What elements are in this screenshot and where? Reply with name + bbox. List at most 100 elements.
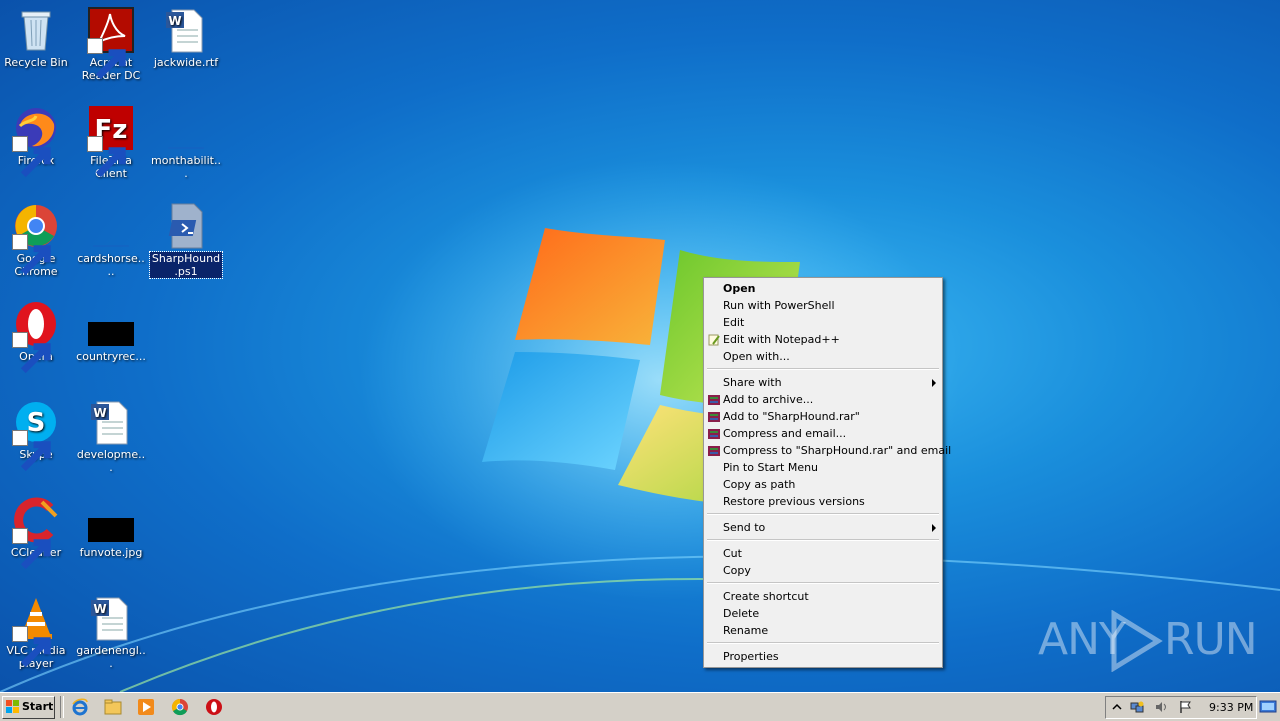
menu-item-label: Edit: [723, 316, 745, 329]
chrome-icon[interactable]: [171, 698, 189, 716]
menu-item-open[interactable]: Open: [704, 280, 942, 297]
menu-item-copy-as-path[interactable]: Copy as path: [704, 476, 942, 493]
menu-item-label: Add to "SharpHound.rar": [723, 410, 860, 423]
menu-item-restore-previous-versions[interactable]: Restore previous versions: [704, 493, 942, 510]
filezilla-icon: Fz: [87, 104, 135, 178]
vlc-icon: [12, 594, 60, 668]
desktop-icon-sharphound[interactable]: SharpHound.ps1: [149, 202, 223, 279]
menu-item-label: Create shortcut: [723, 590, 809, 603]
menu-item-compress-to-rar-and-email[interactable]: Compress to "SharpHound.rar" and email: [704, 442, 951, 459]
desktop-icon-skype[interactable]: S Skype: [0, 398, 72, 472]
desktop-icon-filezilla-client[interactable]: Fz FileZilla Client: [75, 104, 147, 180]
icon-label: Recycle Bin: [4, 56, 68, 69]
desktop-icon-gardenengl[interactable]: W gardenengl...: [75, 594, 147, 670]
acrobat-reader-icon: [87, 6, 135, 80]
desktop-icon-countryrec[interactable]: countryrec...: [75, 300, 147, 363]
menu-item-label: Copy: [723, 564, 751, 577]
desktop-icon-ccleaner[interactable]: CCleaner: [0, 496, 72, 570]
media-player-icon[interactable]: [137, 698, 155, 716]
desktop-icon-acrobat-reader-dc[interactable]: Acrobat Reader DC: [75, 6, 147, 82]
menu-item-compress-and-email[interactable]: Compress and email...: [704, 425, 942, 442]
desktop-icon-recycle-bin[interactable]: Recycle Bin: [0, 6, 72, 69]
icon-label: gardenengl...: [76, 644, 146, 670]
skype-icon: S: [12, 398, 60, 472]
word-document-icon: W: [162, 6, 210, 54]
menu-separator: [707, 582, 939, 584]
desktop-icon-opera[interactable]: Opera: [0, 300, 72, 374]
menu-separator: [707, 513, 939, 515]
desktop-icon-vlc-media-player[interactable]: VLC media player: [0, 594, 72, 670]
menu-item-add-to-sharphound-rar[interactable]: Add to "SharpHound.rar": [704, 408, 942, 425]
menu-item-run-with-powershell[interactable]: Run with PowerShell: [704, 297, 942, 314]
menu-item-label: Properties: [723, 650, 779, 663]
firefox-icon: [12, 104, 60, 178]
word-document-icon: W: [87, 398, 135, 446]
desktop-icon-monthabilit[interactable]: monthabilit...: [150, 104, 222, 180]
action-center-flag-icon[interactable]: [1178, 700, 1192, 714]
opera-icon[interactable]: [205, 698, 223, 716]
start-label: Start: [22, 700, 54, 713]
icon-label: jackwide.rtf: [153, 56, 219, 69]
folder-icon[interactable]: [104, 698, 122, 716]
icon-label: countryrec...: [76, 350, 146, 363]
show-hidden-icon[interactable]: [1110, 700, 1124, 714]
menu-item-add-to-archive[interactable]: Add to archive...: [704, 391, 942, 408]
system-tray: 9:33 PM: [1105, 696, 1257, 719]
menu-item-properties[interactable]: Properties: [704, 648, 942, 665]
menu-item-label: Send to: [723, 521, 766, 534]
word-document-icon: W: [87, 594, 135, 642]
volume-icon[interactable]: [1154, 700, 1168, 714]
icon-label: cardshorse....: [77, 252, 145, 278]
menu-item-label: Run with PowerShell: [723, 299, 835, 312]
menu-item-label: Delete: [723, 607, 760, 620]
winrar-icon: [708, 411, 720, 423]
desktop-icon-firefox[interactable]: Firefox: [0, 104, 72, 178]
menu-item-rename[interactable]: Rename: [704, 622, 942, 639]
shortcut-arrow-icon: [87, 136, 126, 178]
winrar-icon: [708, 428, 720, 440]
menu-item-open-with[interactable]: Open with...: [704, 348, 942, 365]
desktop-icon-jackwide[interactable]: W jackwide.rtf: [150, 6, 222, 69]
menu-item-label: Compress to "SharpHound.rar" and email: [723, 444, 952, 457]
menu-separator: [707, 539, 939, 541]
menu-item-send-to[interactable]: Send to: [704, 519, 942, 536]
shortcut-arrow-icon: [12, 234, 51, 276]
black-image-icon: [87, 300, 135, 348]
menu-item-copy[interactable]: Copy: [704, 562, 942, 579]
menu-item-pin-to-start-menu[interactable]: Pin to Start Menu: [704, 459, 942, 476]
shortcut-arrow-icon: [12, 332, 51, 374]
network-icon[interactable]: [1130, 700, 1144, 714]
blank-file-icon: [162, 104, 210, 152]
windows-logo-icon: [6, 700, 20, 714]
internet-explorer-icon[interactable]: [71, 698, 89, 716]
taskbar-separator: [60, 696, 64, 718]
menu-item-create-shortcut[interactable]: Create shortcut: [704, 588, 942, 605]
menu-item-label: Add to archive...: [723, 393, 814, 406]
submenu-arrow-icon: [932, 379, 936, 387]
menu-separator: [707, 368, 939, 370]
recycle-bin-icon: [12, 6, 60, 54]
menu-item-edit[interactable]: Edit: [704, 314, 942, 331]
watermark-text-right: RUN: [1164, 614, 1258, 665]
desktop-icon-cardshorse[interactable]: cardshorse....: [75, 202, 147, 278]
svg-text:W: W: [93, 406, 106, 420]
desktop: Recycle Bin Firefox Google Chrome Opera …: [0, 0, 1280, 692]
menu-item-delete[interactable]: Delete: [704, 605, 942, 622]
submenu-arrow-icon: [932, 524, 936, 532]
start-button[interactable]: Start: [2, 696, 55, 719]
menu-item-cut[interactable]: Cut: [704, 545, 942, 562]
menu-item-edit-with-notepadpp[interactable]: Edit with Notepad++: [704, 331, 942, 348]
opera-icon: [12, 300, 60, 374]
svg-text:W: W: [93, 602, 106, 616]
desktop-icon-google-chrome[interactable]: Google Chrome: [0, 202, 72, 278]
desktop-icon-funvote[interactable]: funvote.jpg: [75, 496, 147, 559]
show-desktop-icon[interactable]: [1259, 698, 1277, 716]
menu-item-label: Pin to Start Menu: [723, 461, 819, 474]
clock[interactable]: 9:33 PM: [1209, 701, 1253, 714]
menu-item-share-with[interactable]: Share with: [704, 374, 942, 391]
desktop-icon-developme[interactable]: W developme...: [75, 398, 147, 474]
menu-separator: [707, 642, 939, 644]
blank-file-icon: [87, 202, 135, 250]
icon-label: developme...: [76, 448, 146, 474]
icon-label: funvote.jpg: [79, 546, 143, 559]
